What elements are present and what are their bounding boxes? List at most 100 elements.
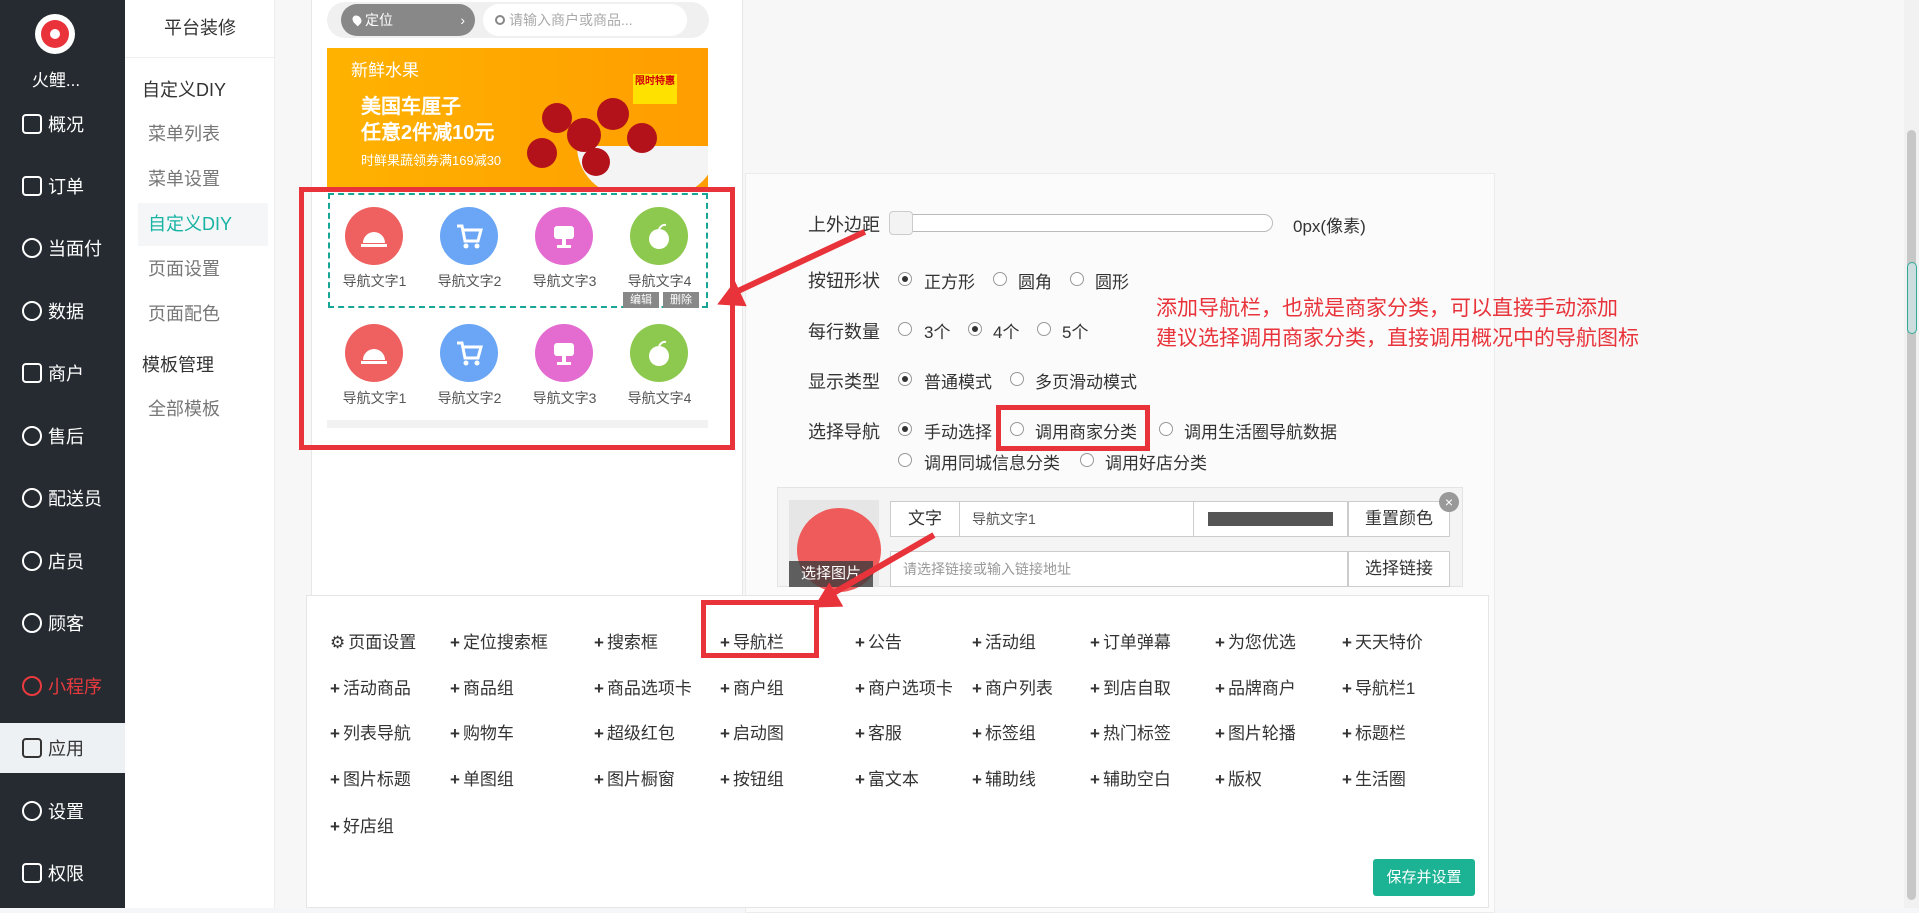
plus-icon: + <box>450 770 460 789</box>
radio-label: 圆形 <box>1095 273 1129 292</box>
sidebar-item-orders[interactable]: 订单 <box>0 161 125 211</box>
color-picker[interactable] <box>1193 501 1348 537</box>
sidebar-item-settings[interactable]: 设置 <box>0 786 125 836</box>
sidebar-item-customers[interactable]: 顾客 <box>0 598 125 648</box>
component-button[interactable]: + 搜索框 <box>594 628 658 653</box>
component-button[interactable]: + 商户选项卡 <box>855 674 953 699</box>
plus-icon: + <box>450 633 460 652</box>
component-button[interactable]: + 定位搜索框 <box>450 628 548 653</box>
choose-link-button[interactable]: 选择链接 <box>1348 551 1450 587</box>
component-button[interactable]: + 版权 <box>1215 765 1262 790</box>
sidebar-item-permissions[interactable]: 权限 <box>0 848 125 898</box>
component-button[interactable]: + 列表导航 <box>330 719 411 744</box>
sidebar-item-data[interactable]: 数据 <box>0 286 125 336</box>
sidebar-item-clerks[interactable]: 店员 <box>0 536 125 586</box>
plus-icon: + <box>720 724 730 743</box>
component-button[interactable]: + 图片橱窗 <box>594 765 675 790</box>
sidebar-item-overview[interactable]: 概况 <box>0 99 125 149</box>
sidebar-item-facepay[interactable]: 当面付 <box>0 223 125 273</box>
radio-rounded[interactable] <box>993 272 1007 286</box>
scroll-widget[interactable] <box>1907 262 1917 334</box>
radio-square[interactable] <box>898 272 912 286</box>
component-button[interactable]: + 图片标题 <box>330 765 411 790</box>
component-button[interactable]: + 导航栏1 <box>1342 674 1415 699</box>
radio-circle[interactable] <box>1070 272 1084 286</box>
nav-text-input[interactable]: 导航文字1 <box>959 501 1194 537</box>
sidebar-item-apps[interactable]: 应用 <box>0 723 125 773</box>
component-button[interactable]: + 启动图 <box>720 719 784 744</box>
sidebar-item-merchants[interactable]: 商户 <box>0 348 125 398</box>
save-button[interactable]: 保存并设置 <box>1373 859 1475 896</box>
component-button[interactable]: + 为您优选 <box>1215 628 1296 653</box>
radio-3[interactable] <box>898 322 912 336</box>
subnav-item-page-settings[interactable]: 页面设置 <box>138 248 268 291</box>
subnav-item-menu-settings[interactable]: 菜单设置 <box>138 158 268 201</box>
component-button[interactable]: + 商品选项卡 <box>594 674 692 699</box>
radio-manual[interactable] <box>898 422 912 436</box>
component-button[interactable]: + 公告 <box>855 628 902 653</box>
component-button[interactable]: + 标签组 <box>972 719 1036 744</box>
banner-badge: 限时特惠 <box>633 74 677 104</box>
radio-good-store[interactable] <box>1080 453 1094 467</box>
component-button[interactable]: + 单图组 <box>450 765 514 790</box>
sidebar-item-couriers[interactable]: 配送员 <box>0 473 125 523</box>
sidebar-item-miniprogram[interactable]: 小程序 <box>0 661 125 711</box>
component-button[interactable]: + 超级红包 <box>594 719 675 744</box>
component-button[interactable]: + 按钮组 <box>720 765 784 790</box>
scrollbar-thumb[interactable] <box>1907 130 1916 900</box>
margin-slider[interactable] <box>889 214 1273 232</box>
component-button[interactable]: + 客服 <box>855 719 902 744</box>
slider-handle[interactable] <box>889 211 913 235</box>
plus-icon: + <box>972 724 982 743</box>
location-button[interactable]: 定位 › <box>341 4 475 36</box>
component-label: 按钮组 <box>732 770 784 789</box>
component-button[interactable]: + 品牌商户 <box>1215 674 1296 699</box>
close-icon[interactable]: × <box>1439 492 1459 512</box>
plus-icon: + <box>1342 724 1352 743</box>
component-button[interactable]: + 活动商品 <box>330 674 411 699</box>
component-button[interactable]: + 商品组 <box>450 674 514 699</box>
component-button[interactable]: + 商户列表 <box>972 674 1053 699</box>
subnav-item-menu-list[interactable]: 菜单列表 <box>138 113 268 156</box>
component-button[interactable]: + 天天特价 <box>1342 628 1423 653</box>
component-button[interactable]: + 辅助线 <box>972 765 1036 790</box>
subnav-item-custom-diy[interactable]: 自定义DIY <box>138 203 268 246</box>
sidebar-item-aftersales[interactable]: 售后 <box>0 411 125 461</box>
page-settings-component-button[interactable]: ⚙ 页面设置 <box>330 628 416 653</box>
component-label: 客服 <box>867 724 902 743</box>
component-button[interactable]: + 标题栏 <box>1342 719 1406 744</box>
radio-4[interactable] <box>968 322 982 336</box>
component-button[interactable]: + 富文本 <box>855 765 919 790</box>
component-button[interactable]: + 到店自取 <box>1090 674 1171 699</box>
promo-banner[interactable]: 新鲜水果 美国车厘子 任意2件减10元 时鲜果蔬领券满169减30 限时特惠 <box>327 48 708 188</box>
component-label: 富文本 <box>867 770 919 789</box>
component-button[interactable]: + 订单弹幕 <box>1090 628 1171 653</box>
gear-icon: ⚙ <box>330 633 346 652</box>
reset-color-button[interactable]: 重置颜色 <box>1348 501 1450 537</box>
plus-icon: + <box>330 817 340 836</box>
component-label: 导航栏1 <box>1354 679 1416 698</box>
radio-lifecircle[interactable] <box>1159 422 1173 436</box>
link-input[interactable]: 请选择链接或输入链接地址 <box>890 551 1348 587</box>
component-button[interactable]: + 热门标签 <box>1090 719 1171 744</box>
radio-5[interactable] <box>1037 322 1051 336</box>
component-button[interactable]: + 购物车 <box>450 719 514 744</box>
subnav-item-all-templates[interactable]: 全部模板 <box>138 388 268 431</box>
radio-city-info[interactable] <box>898 453 912 467</box>
component-button[interactable]: + 好店组 <box>330 812 394 837</box>
per-row-label: 每行数量 <box>808 322 880 342</box>
radio-normal[interactable] <box>898 372 912 386</box>
component-button[interactable]: + 商户组 <box>720 674 784 699</box>
cherry-image <box>527 138 557 168</box>
component-label: 活动组 <box>984 633 1036 652</box>
component-button[interactable]: + 生活圈 <box>1342 765 1406 790</box>
component-button[interactable]: + 辅助空白 <box>1090 765 1171 790</box>
subnav-item-page-colors[interactable]: 页面配色 <box>138 293 268 336</box>
plus-icon: + <box>1090 770 1100 789</box>
component-button[interactable]: + 活动组 <box>972 628 1036 653</box>
component-label: 公告 <box>867 633 902 652</box>
component-button[interactable]: + 图片轮播 <box>1215 719 1296 744</box>
search-input[interactable]: 请输入商户或商品... <box>483 4 687 36</box>
plus-icon: + <box>594 633 604 652</box>
radio-multipage[interactable] <box>1010 372 1024 386</box>
